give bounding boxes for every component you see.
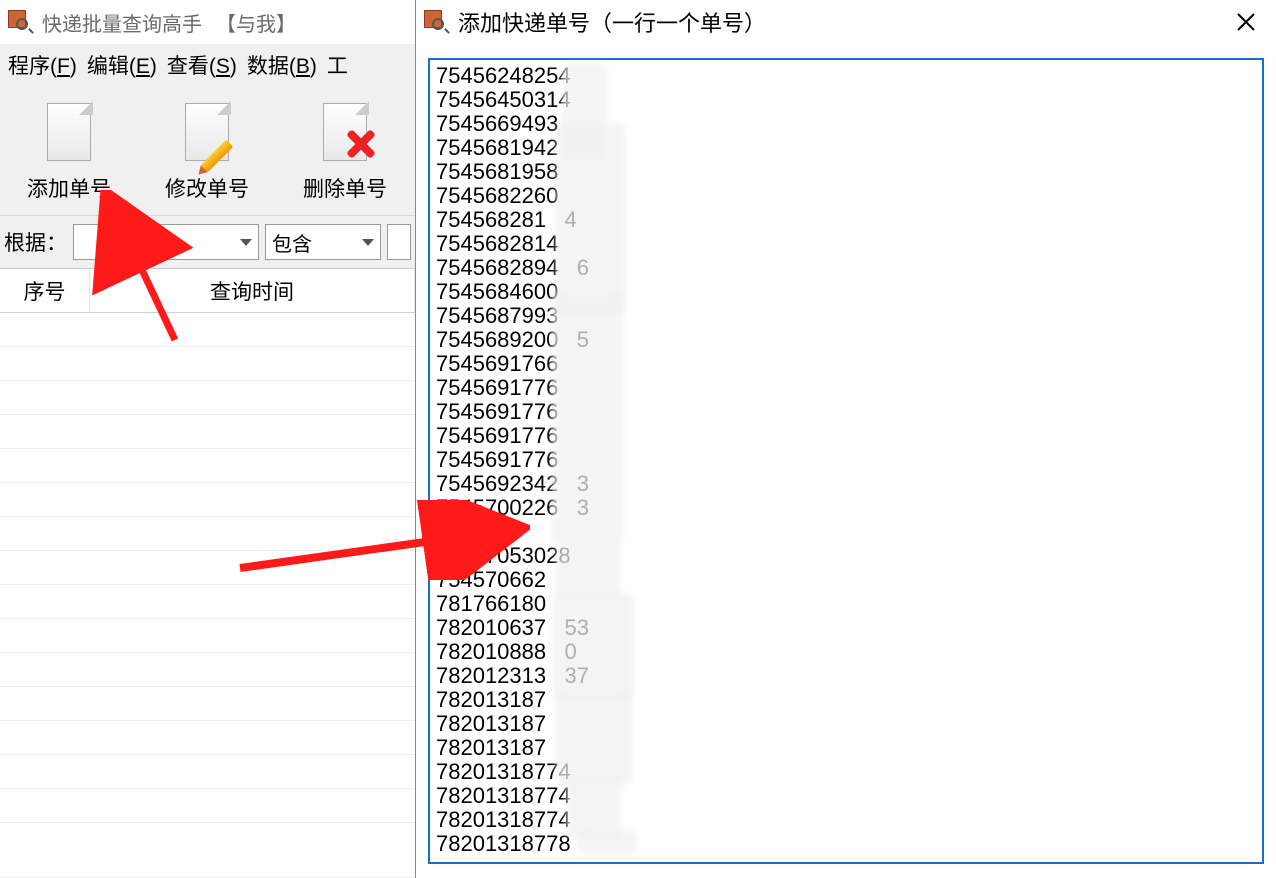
tracking-numbers-textarea[interactable] [428,58,1264,864]
document-edit-icon [175,99,239,169]
menu-tool-partial[interactable]: 工 [327,50,348,80]
table-row [0,585,415,619]
table-row [0,449,415,483]
results-table: 序号 查询时间 [0,269,415,877]
menu-data[interactable]: 数据(B) [247,50,317,80]
tool-label: 删除单号 [303,173,387,203]
filter-label: 根据： [4,227,67,257]
toolbar: 添加单号 修改单号 删除单号 [0,86,415,216]
filter-operator-combo[interactable]: 包含 [265,224,381,260]
col-query-time[interactable]: 查询时间 [90,269,415,312]
document-delete-icon [313,99,377,169]
table-row [0,551,415,585]
table-row [0,415,415,449]
col-index[interactable]: 序号 [0,269,90,312]
table-row [0,483,415,517]
main-titlebar: 快递批量查询高手 【与我】 [0,0,415,44]
table-row [0,721,415,755]
close-button[interactable] [1224,2,1268,42]
tool-label: 添加单号 [27,173,111,203]
table-row [0,347,415,381]
document-add-icon [37,99,101,169]
table-row [0,619,415,653]
table-row [0,755,415,789]
app-icon [8,10,32,34]
tool-label: 修改单号 [165,173,249,203]
delete-number-button[interactable]: 删除单号 [276,86,414,215]
table-row [0,381,415,415]
filter-value-input[interactable] [387,224,411,260]
table-row [0,687,415,721]
dialog-title: 添加快递单号（一行一个单号） [458,6,1224,38]
dialog-titlebar: 添加快递单号（一行一个单号） [416,0,1276,44]
table-row [0,789,415,823]
menu-program[interactable]: 程序(F) [8,50,77,80]
menubar: 程序(F) 编辑(E) 查看(S) 数据(B) 工 [0,44,415,86]
main-window: 快递批量查询高手 【与我】 程序(F) 编辑(E) 查看(S) 数据(B) 工 … [0,0,415,878]
chevron-down-icon [362,239,374,246]
edit-number-button[interactable]: 修改单号 [138,86,276,215]
menu-view[interactable]: 查看(S) [167,50,237,80]
app-title: 快递批量查询高手 [42,8,202,37]
table-header: 序号 查询时间 [0,269,415,313]
filter-bar: 根据： 包含 [0,216,415,269]
app-subtitle: 【与我】 [216,8,296,37]
filter-field-combo[interactable] [73,224,259,260]
table-row [0,313,415,347]
menu-edit[interactable]: 编辑(E) [87,50,157,80]
combo-value: 包含 [272,228,312,257]
close-icon [1236,12,1256,32]
add-number-button[interactable]: 添加单号 [0,86,138,215]
add-numbers-dialog: 添加快递单号（一行一个单号） [415,0,1276,878]
app-icon [424,10,448,34]
chevron-down-icon [240,239,252,246]
table-body [0,313,415,823]
table-row [0,653,415,687]
dialog-body [416,44,1276,878]
table-row [0,517,415,551]
